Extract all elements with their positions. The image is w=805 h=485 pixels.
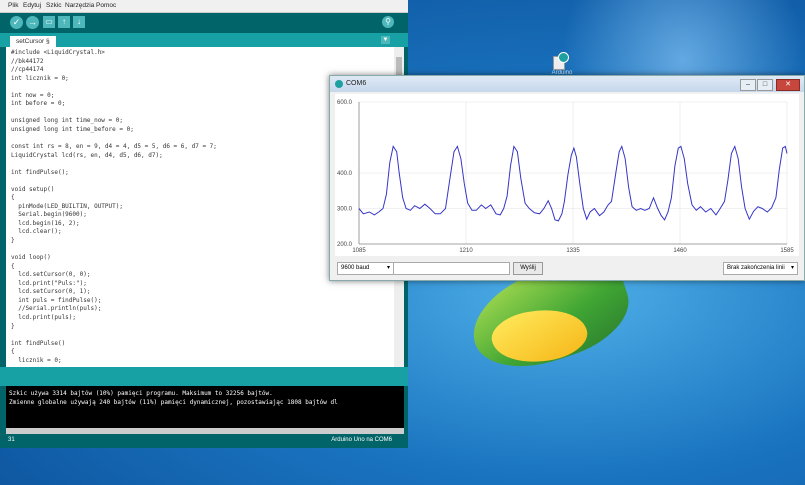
tab-setcursor[interactable]: setCursor § bbox=[10, 36, 56, 47]
serial-monitor-button[interactable]: ⚲ bbox=[382, 16, 394, 28]
line-ending-select[interactable]: Brak zakończenia linii ▾ bbox=[723, 262, 798, 275]
code-line: unsigned long int time_now = 0; bbox=[11, 117, 123, 125]
code-text[interactable]: #include <LiquidCrystal.h>//bk44172//cp4… bbox=[11, 49, 217, 365]
code-line: pinMode(LED_BUILTIN, OUTPUT); bbox=[11, 202, 123, 210]
maximize-button[interactable]: □ bbox=[757, 79, 773, 91]
code-line: #include <LiquidCrystal.h> bbox=[11, 49, 105, 56]
y-tick-label: 300.0 bbox=[337, 207, 353, 213]
x-tick-label: 1460 bbox=[673, 248, 687, 254]
console-output: Szkic używa 3314 bajtów (10%) pamięci pr… bbox=[6, 386, 404, 428]
code-line: void setup() bbox=[11, 185, 55, 193]
editor-gutter bbox=[6, 47, 9, 367]
y-tick-label: 400.0 bbox=[337, 171, 353, 177]
line-number: 31 bbox=[8, 437, 15, 443]
verify-button[interactable]: ✓ bbox=[10, 16, 23, 29]
y-tick-label: 600.0 bbox=[337, 100, 353, 106]
x-tick-label: 1335 bbox=[566, 248, 580, 254]
chevron-down-icon: ▾ bbox=[386, 265, 390, 271]
code-line: //bk44172 bbox=[11, 57, 44, 65]
save-button[interactable]: ↓ bbox=[73, 16, 85, 28]
baud-value: 9600 baud bbox=[341, 265, 370, 271]
baud-select[interactable]: 9600 baud ▾ bbox=[337, 262, 394, 275]
toolbar: ✓ → ▭ ↑ ↓ ⚲ bbox=[0, 13, 408, 33]
menu-edit[interactable]: Edytuj bbox=[23, 2, 41, 9]
code-line: const int rs = 8, en = 9, d4 = 4, d5 = 5… bbox=[11, 143, 217, 151]
x-tick-label: 1210 bbox=[459, 248, 473, 254]
code-line: { bbox=[11, 262, 15, 270]
menu-tools[interactable]: Narzędzia bbox=[65, 2, 94, 9]
bottom-status-bar: 31 Arduino Uno na COM6 bbox=[0, 434, 408, 448]
arduino-badge-icon bbox=[558, 52, 569, 63]
code-line: lcd.print(puls); bbox=[11, 313, 77, 321]
code-line: //cp44174 bbox=[11, 66, 44, 74]
code-line: int licznik = 0; bbox=[11, 74, 69, 82]
code-line: //Serial.println(puls); bbox=[11, 305, 102, 313]
code-line: { bbox=[11, 194, 15, 202]
window-title: COM6 bbox=[346, 80, 367, 87]
y-tick-label: 200.0 bbox=[337, 242, 353, 248]
code-line: { bbox=[11, 348, 15, 356]
menu-help[interactable]: Pomoc bbox=[96, 2, 116, 9]
send-input[interactable] bbox=[393, 262, 510, 275]
open-button[interactable]: ↑ bbox=[58, 16, 70, 28]
code-line: int findPulse() bbox=[11, 339, 66, 347]
tab-bar: setCursor § ▼ bbox=[0, 33, 408, 47]
status-strip bbox=[0, 367, 408, 386]
minimize-button[interactable]: – bbox=[740, 79, 756, 91]
serial-plotter-window: COM6 – □ ✕ 600.0 400.0 300.0 200.0 1085 1210 1… bbox=[329, 75, 805, 281]
console-lines: Szkic używa 3314 bajtów (10%) pamięci pr… bbox=[9, 389, 338, 407]
arduino-app-icon bbox=[335, 80, 343, 88]
code-line: lcd.setCursor(0, 1); bbox=[11, 288, 91, 296]
code-line: lcd.clear(); bbox=[11, 228, 62, 236]
tab-menu-button[interactable]: ▼ bbox=[381, 36, 390, 44]
plot-area: 600.0 400.0 300.0 200.0 1085 1210 1335 1460 1585 bbox=[335, 94, 799, 256]
x-tick-label: 1585 bbox=[780, 248, 794, 254]
board-info: Arduino Uno na COM6 bbox=[331, 437, 392, 443]
code-line: lcd.setCursor(0, 0); bbox=[11, 271, 91, 279]
code-line: lcd.begin(16, 2); bbox=[11, 219, 80, 227]
menu-file[interactable]: Plik bbox=[8, 2, 18, 9]
code-line: int puls = findPulse(); bbox=[11, 296, 102, 304]
code-line: void loop() bbox=[11, 254, 51, 262]
plotter-controls: 9600 baud ▾ Wyślij Brak zakończenia lini… bbox=[330, 258, 804, 280]
new-button[interactable]: ▭ bbox=[43, 16, 55, 28]
code-line: licznik = 0; bbox=[11, 356, 62, 364]
x-tick-label: 1085 bbox=[352, 248, 366, 254]
code-line: } bbox=[11, 322, 15, 330]
code-line: lcd.print("Puls:"); bbox=[11, 279, 87, 287]
menu-bar: Plik Edytuj Szkic Narzędzia Pomoc bbox=[0, 0, 408, 13]
code-line: LiquidCrystal lcd(rs, en, d4, d5, d6, d7… bbox=[11, 151, 163, 159]
code-line: Serial.begin(9600); bbox=[11, 211, 87, 219]
upload-button[interactable]: → bbox=[26, 16, 39, 29]
send-button[interactable]: Wyślij bbox=[513, 262, 543, 275]
chevron-down-icon: ▾ bbox=[790, 265, 794, 271]
console-line: Zmienne globalne używają 240 bajtów (11%… bbox=[9, 399, 338, 406]
code-line: int findPulse(); bbox=[11, 168, 69, 176]
menu-sketch[interactable]: Szkic bbox=[46, 2, 62, 9]
console-line: Szkic używa 3314 bajtów (10%) pamięci pr… bbox=[9, 390, 273, 397]
code-line: int before = 0; bbox=[11, 100, 66, 108]
arduino-desktop-icon[interactable] bbox=[553, 52, 569, 70]
code-line: int now = 0; bbox=[11, 91, 55, 99]
code-line: unsigned long int time_before = 0; bbox=[11, 125, 134, 133]
close-button[interactable]: ✕ bbox=[776, 79, 800, 91]
line-ending-value: Brak zakończenia linii bbox=[727, 265, 785, 271]
signal-chart: 600.0 400.0 300.0 200.01085 1210 1335 1460 1585 bbox=[337, 100, 794, 254]
code-line: } bbox=[11, 237, 15, 245]
plotter-title-bar[interactable]: COM6 – □ ✕ bbox=[330, 76, 804, 92]
